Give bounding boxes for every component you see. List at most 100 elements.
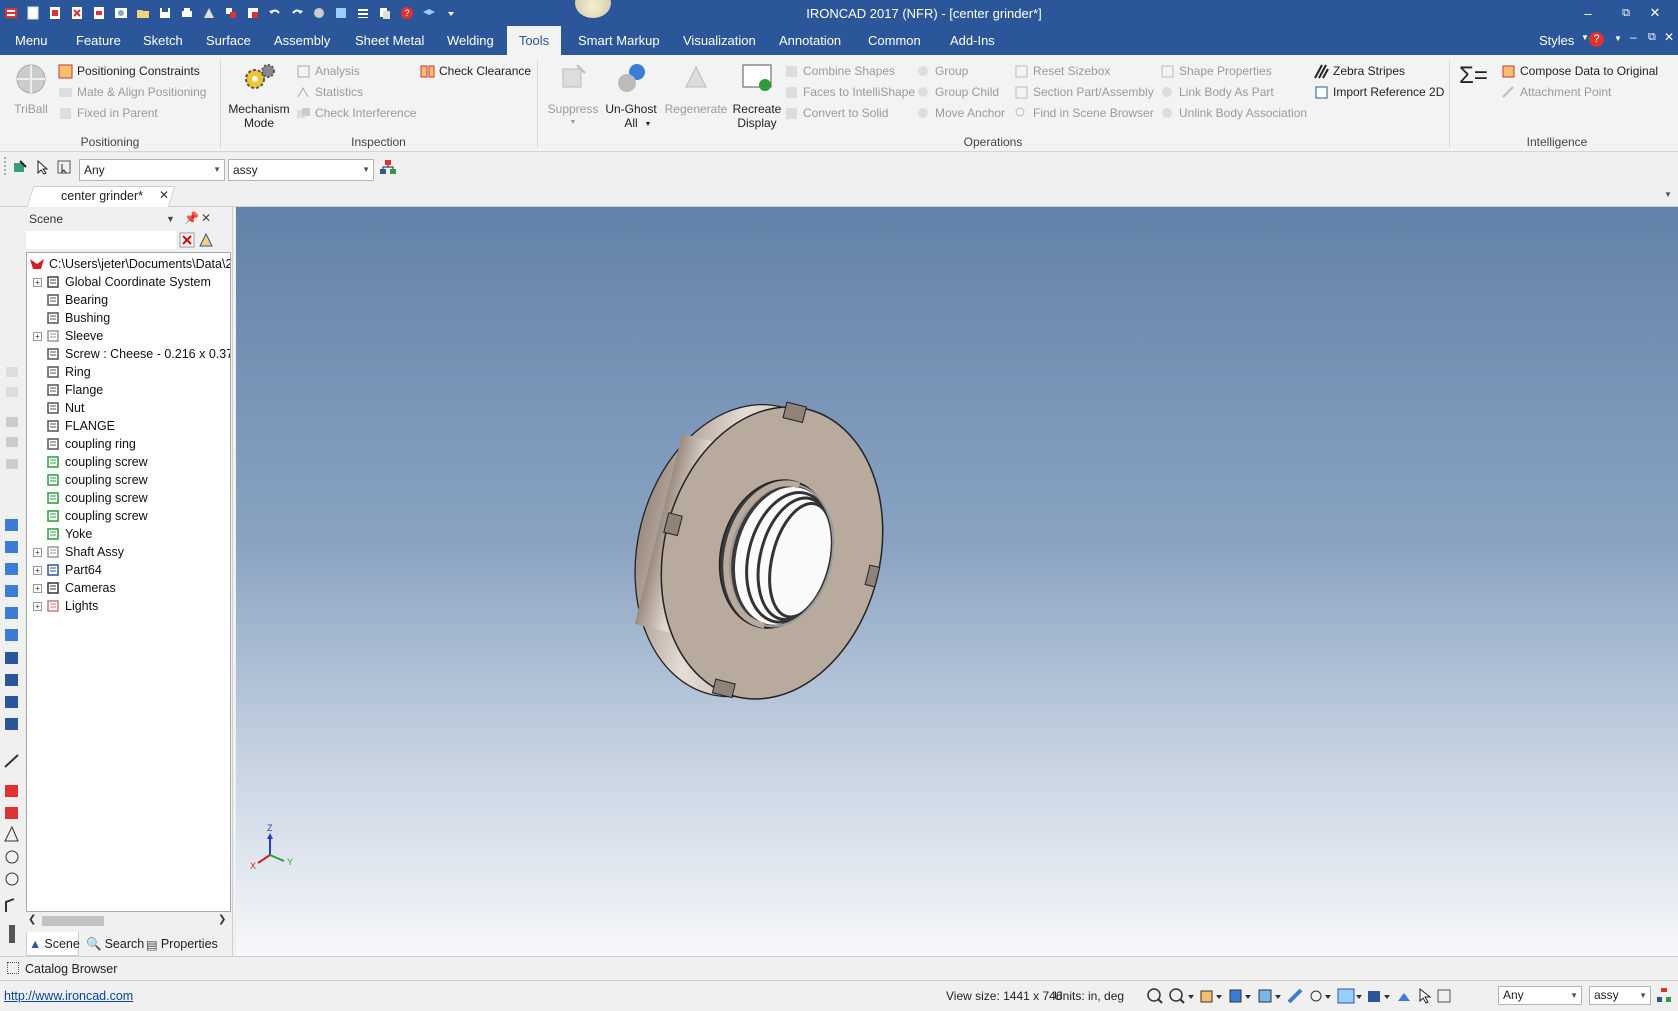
tab-scene[interactable]: ▲ Scene	[29, 934, 80, 954]
status-level-dropdown[interactable]: assy ▼	[1589, 986, 1651, 1005]
tree-item[interactable]: + Cameras	[33, 579, 116, 597]
analysis-button[interactable]: Analysis	[296, 61, 360, 81]
scrollbar-thumb[interactable]	[42, 916, 104, 926]
move-anchor-button[interactable]: Move Anchor	[916, 103, 1005, 123]
panel-close-icon[interactable]: ✕	[201, 211, 211, 225]
horizontal-scrollbar[interactable]: ❮ ❯	[26, 913, 231, 929]
tree-item[interactable]: + Global Coordinate System	[33, 273, 211, 291]
combine-shapes-button[interactable]: Combine Shapes	[784, 61, 895, 81]
help-dropdown-icon[interactable]: ▼	[1614, 34, 1622, 43]
tab-welding[interactable]: Welding	[437, 26, 504, 55]
tree-item[interactable]: Nut	[33, 399, 84, 417]
select-pointer-icon[interactable]	[34, 159, 50, 175]
mdi-minimize-button[interactable]: –	[1630, 30, 1637, 44]
catalog-icon[interactable]	[7, 962, 19, 974]
panel-menu-dropdown-icon[interactable]: ▼	[166, 214, 175, 224]
faces-to-intellishape-button[interactable]: Faces to IntelliShape	[784, 82, 915, 102]
3d-viewport[interactable]: Z X Y	[236, 207, 1678, 956]
scene-tree[interactable]: C:\Users\jeter\Documents\Data\2 + Global …	[26, 252, 231, 912]
tree-item[interactable]: Flange	[33, 381, 103, 399]
expand-icon[interactable]: +	[33, 565, 42, 575]
tab-add-ins[interactable]: Add-Ins	[940, 26, 1005, 55]
positioning-constraints-button[interactable]: Positioning Constraints	[58, 61, 200, 81]
tab-search[interactable]: 🔍 Search	[86, 934, 144, 954]
tree-item[interactable]: coupling ring	[33, 435, 136, 453]
search-options-icon[interactable]	[198, 232, 214, 248]
tab-sketch[interactable]: Sketch	[133, 26, 193, 55]
shape-properties-button[interactable]: Shape Properties	[1160, 61, 1272, 81]
group-child-button[interactable]: Group Child	[916, 82, 999, 102]
catalog-browser-label[interactable]: Catalog Browser	[25, 962, 117, 976]
statistics-button[interactable]: Statistics	[296, 82, 363, 102]
sigma-icon[interactable]: Σ=	[1459, 62, 1488, 90]
tab-tools[interactable]: Tools	[507, 26, 561, 55]
tree-item[interactable]: + Lights	[33, 597, 98, 615]
ring-nut-model[interactable]	[236, 207, 1678, 956]
expand-icon[interactable]: +	[33, 601, 42, 611]
tree-item[interactable]: coupling screw	[33, 471, 148, 489]
recreate-display-button[interactable]: Recreate Display	[730, 61, 784, 130]
section-part-button[interactable]: Section Part/Assembly	[1014, 82, 1154, 102]
styles-menu[interactable]: Styles	[1529, 26, 1584, 55]
toolbar-grip[interactable]	[4, 157, 8, 175]
tab-sheet-metal[interactable]: Sheet Metal	[345, 26, 434, 55]
tree-item[interactable]: + Shaft Assy	[33, 543, 124, 561]
unghost-all-button[interactable]: Un-Ghost All ▼	[601, 61, 661, 132]
suppress-button[interactable]: Suppress ▼	[545, 61, 601, 130]
mechanism-mode-button[interactable]: Mechanism Mode	[226, 61, 292, 130]
status-tree-icon[interactable]	[1656, 987, 1672, 1003]
regenerate-button[interactable]: Regenerate	[663, 61, 729, 116]
tab-assembly[interactable]: Assembly	[264, 26, 340, 55]
mdi-close-button[interactable]: ✕	[1664, 30, 1674, 44]
styles-dropdown-icon[interactable]: ▼	[1581, 33, 1589, 42]
tree-item[interactable]: Ring	[33, 363, 91, 381]
select-parts-icon[interactable]	[12, 159, 28, 175]
zebra-stripes-button[interactable]: Zebra Stripes	[1314, 61, 1405, 81]
tab-common[interactable]: Common	[858, 26, 931, 55]
expand-icon[interactable]: +	[33, 583, 42, 593]
help-icon[interactable]: ?	[1589, 32, 1604, 47]
assembly-tree-icon[interactable]	[379, 159, 397, 175]
tree-item[interactable]: + Sleeve	[33, 327, 103, 345]
tree-item[interactable]: coupling screw	[33, 489, 148, 507]
find-in-scene-browser-button[interactable]: Find in Scene Browser	[1014, 103, 1154, 123]
tree-root[interactable]: C:\Users\jeter\Documents\Data\2	[29, 255, 230, 273]
unlink-body-association-button[interactable]: Unlink Body Association	[1160, 103, 1307, 123]
clear-search-icon[interactable]	[179, 232, 195, 248]
mdi-restore-button[interactable]: ⧉	[1648, 31, 1656, 44]
document-tab-label[interactable]: center grinder*	[61, 189, 143, 203]
select-filter-icon[interactable]	[56, 159, 72, 175]
tree-item[interactable]: Yoke	[33, 525, 92, 543]
compose-data-button[interactable]: Compose Data to Original	[1501, 61, 1658, 81]
tree-item[interactable]: Screw : Cheese - 0.216 x 0.375	[33, 345, 230, 363]
fixed-in-parent-button[interactable]: Fixed in Parent	[58, 103, 158, 123]
reset-sizebox-button[interactable]: Reset Sizebox	[1014, 61, 1110, 81]
tab-feature[interactable]: Feature	[66, 26, 131, 55]
website-link[interactable]: http://www.ironcad.com	[4, 989, 133, 1003]
panel-pin-icon[interactable]: 📌	[184, 211, 199, 225]
expand-icon[interactable]: +	[33, 331, 42, 341]
tab-smart-markup[interactable]: Smart Markup	[568, 26, 670, 55]
expand-icon[interactable]: +	[33, 277, 42, 287]
import-reference-2d-button[interactable]: Import Reference 2D	[1314, 82, 1444, 102]
selection-filter-dropdown[interactable]: Any ▼	[79, 159, 225, 181]
close-button[interactable]: ✕	[1632, 0, 1678, 26]
check-clearance-button[interactable]: Check Clearance	[420, 61, 531, 81]
tab-visualization[interactable]: Visualization	[673, 26, 766, 55]
tree-item[interactable]: coupling screw	[33, 453, 148, 471]
mate-align-button[interactable]: Mate & Align Positioning	[58, 82, 206, 102]
check-interference-button[interactable]: Check Interference	[296, 103, 416, 123]
tab-menu[interactable]: Menu	[5, 26, 58, 55]
tab-list-dropdown-icon[interactable]: ▼	[1664, 190, 1672, 199]
triball-button[interactable]: TriBall	[8, 61, 54, 116]
tree-item[interactable]: coupling screw	[33, 507, 148, 525]
tab-properties[interactable]: ▤ Properties	[146, 934, 218, 954]
expand-icon[interactable]: +	[33, 547, 42, 557]
tree-item[interactable]: + Part64	[33, 561, 102, 579]
document-tab-close-icon[interactable]: ✕	[159, 188, 169, 202]
selection-level-dropdown[interactable]: assy ▼	[228, 159, 374, 181]
status-filter-dropdown[interactable]: Any ▼	[1498, 986, 1582, 1005]
link-body-as-part-button[interactable]: Link Body As Part	[1160, 82, 1274, 102]
tree-item[interactable]: Bushing	[33, 309, 110, 327]
tree-item[interactable]: FLANGE	[33, 417, 115, 435]
